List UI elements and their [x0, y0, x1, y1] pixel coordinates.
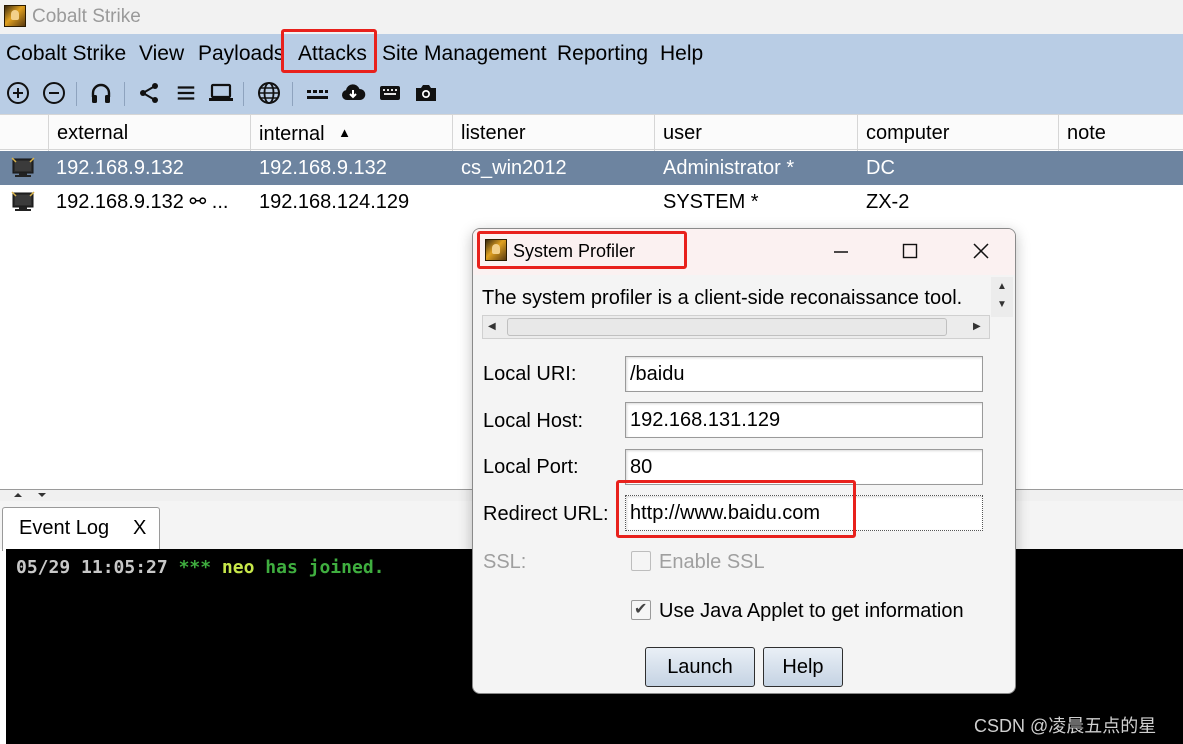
menu-view[interactable]: View: [139, 42, 184, 66]
console-line: 05/29 11:05:27 *** neo has joined.: [16, 557, 385, 578]
column-header-external[interactable]: external: [48, 115, 250, 151]
scroll-left-icon[interactable]: ◀: [488, 321, 496, 332]
table-header: external internal ▲ listener user comput…: [0, 114, 1183, 151]
tab-close-button[interactable]: X: [133, 517, 146, 540]
cell-external: 192.168.9.132: [56, 157, 184, 179]
log-stars: ***: [178, 557, 212, 578]
table-row[interactable]: 192.168.9.132 192.168.9.132 cs_win2012 A…: [0, 151, 1183, 185]
maximize-button[interactable]: [892, 235, 928, 267]
headphones-icon[interactable]: [88, 80, 114, 106]
minimize-button[interactable]: [823, 235, 859, 267]
local-port-label: Local Port:: [483, 456, 579, 478]
menubar-area: Cobalt Strike View Payloads Attacks Site…: [0, 29, 1183, 114]
sort-ascending-icon: ▲: [338, 125, 352, 140]
column-header-internal-label: internal: [259, 123, 325, 145]
camera-icon[interactable]: [413, 80, 439, 106]
java-applet-checkbox[interactable]: [631, 599, 651, 620]
system-profiler-dialog: System Profiler The system profiler is a…: [472, 228, 1016, 694]
column-header-user[interactable]: user: [654, 115, 857, 151]
enable-ssl-label: Enable SSL: [659, 551, 765, 573]
cell-user: SYSTEM *: [663, 191, 759, 213]
local-uri-input[interactable]: /baidu: [625, 356, 983, 392]
add-connection-icon[interactable]: [5, 80, 31, 106]
maximize-icon: [902, 243, 918, 259]
column-header-listener[interactable]: listener: [452, 115, 654, 151]
description-text: The system profiler is a client-side rec…: [482, 287, 963, 309]
watermark: CSDN @凌晨五点的星: [974, 716, 1157, 736]
horizontal-scrollbar[interactable]: ◀ ▶: [482, 315, 990, 339]
tab-event-log[interactable]: Event Log X: [2, 507, 160, 551]
dialog-titlebar[interactable]: System Profiler: [473, 229, 1015, 275]
enable-ssl-checkbox[interactable]: [631, 551, 651, 571]
close-button[interactable]: [963, 235, 999, 267]
scroll-up-icon[interactable]: ▲: [997, 281, 1007, 292]
app-logo-icon: [4, 5, 26, 27]
column-header-internal[interactable]: internal ▲: [250, 115, 452, 151]
vertical-scrollbar[interactable]: ▲ ▼: [991, 277, 1013, 317]
cell-note: [1067, 185, 1177, 219]
local-host-label: Local Host:: [483, 410, 584, 432]
table-row[interactable]: 192.168.9.132 ⚯ ... 192.168.124.129 SYST…: [0, 185, 1183, 219]
collapse-arrows-icon[interactable]: [12, 491, 48, 499]
menu-site-management[interactable]: Site Management: [382, 42, 547, 66]
toolbar-separator: [124, 82, 125, 106]
ssl-label: SSL:: [483, 551, 527, 573]
list-icon[interactable]: [173, 80, 199, 106]
redirect-url-highlight-box: [616, 480, 856, 538]
keystrokes-icon[interactable]: [377, 80, 403, 106]
local-uri-label: Local URI:: [483, 363, 577, 385]
minimize-icon: [834, 251, 848, 253]
toolbar-separator: [243, 82, 244, 106]
log-user: neo: [221, 557, 255, 578]
menu-help[interactable]: Help: [660, 42, 703, 66]
attacks-highlight-box: [281, 29, 377, 73]
laptop-icon[interactable]: [208, 80, 234, 106]
cell-computer: DC: [866, 157, 895, 179]
scroll-thumb[interactable]: [507, 318, 947, 336]
toolbar-separator: [76, 82, 77, 106]
beacon-computer-icon: [10, 157, 36, 179]
cell-computer: ZX-2: [866, 191, 910, 213]
cell-listener: [461, 185, 651, 219]
description-scrollpane[interactable]: The system profiler is a client-side rec…: [479, 277, 1015, 343]
cell-note: [1067, 151, 1177, 185]
beacon-computer-icon: [10, 191, 36, 213]
local-host-input[interactable]: 192.168.131.129: [625, 402, 983, 438]
scroll-down-icon[interactable]: ▼: [997, 299, 1007, 310]
log-timestamp: 05/29 11:05:27: [16, 557, 168, 578]
java-applet-label: Use Java Applet to get information: [659, 600, 964, 622]
cell-internal: 192.168.9.132: [259, 157, 387, 179]
dialog-title-highlight-box: [477, 231, 687, 269]
column-header-computer[interactable]: computer: [857, 115, 1058, 151]
menu-cobalt-strike[interactable]: Cobalt Strike: [6, 42, 126, 66]
cell-internal: 192.168.124.129: [259, 191, 410, 213]
window-title: Cobalt Strike: [32, 6, 141, 27]
tab-event-log-label: Event Log: [19, 517, 110, 539]
menu-reporting[interactable]: Reporting: [557, 42, 648, 66]
launch-button[interactable]: Launch: [645, 647, 755, 687]
cloud-download-icon[interactable]: [340, 80, 366, 106]
cell-external: 192.168.9.132 ⚯ ...: [56, 191, 229, 213]
globe-icon[interactable]: [256, 80, 282, 106]
menu-payloads[interactable]: Payloads: [198, 42, 284, 66]
share-pivot-icon[interactable]: [136, 80, 162, 106]
scroll-right-icon[interactable]: ▶: [973, 321, 981, 332]
help-button[interactable]: Help: [763, 647, 843, 687]
redirect-url-label: Redirect URL:: [483, 503, 609, 525]
close-icon: [973, 243, 989, 259]
log-message: has joined.: [265, 557, 385, 578]
column-header-note[interactable]: note: [1058, 115, 1183, 151]
keyboard-icon[interactable]: [304, 80, 330, 106]
cell-listener: cs_win2012: [461, 157, 567, 179]
remove-connection-icon[interactable]: [41, 80, 67, 106]
toolbar-separator: [292, 82, 293, 106]
cell-user: Administrator *: [663, 157, 795, 179]
window-titlebar: Cobalt Strike: [0, 0, 1183, 34]
